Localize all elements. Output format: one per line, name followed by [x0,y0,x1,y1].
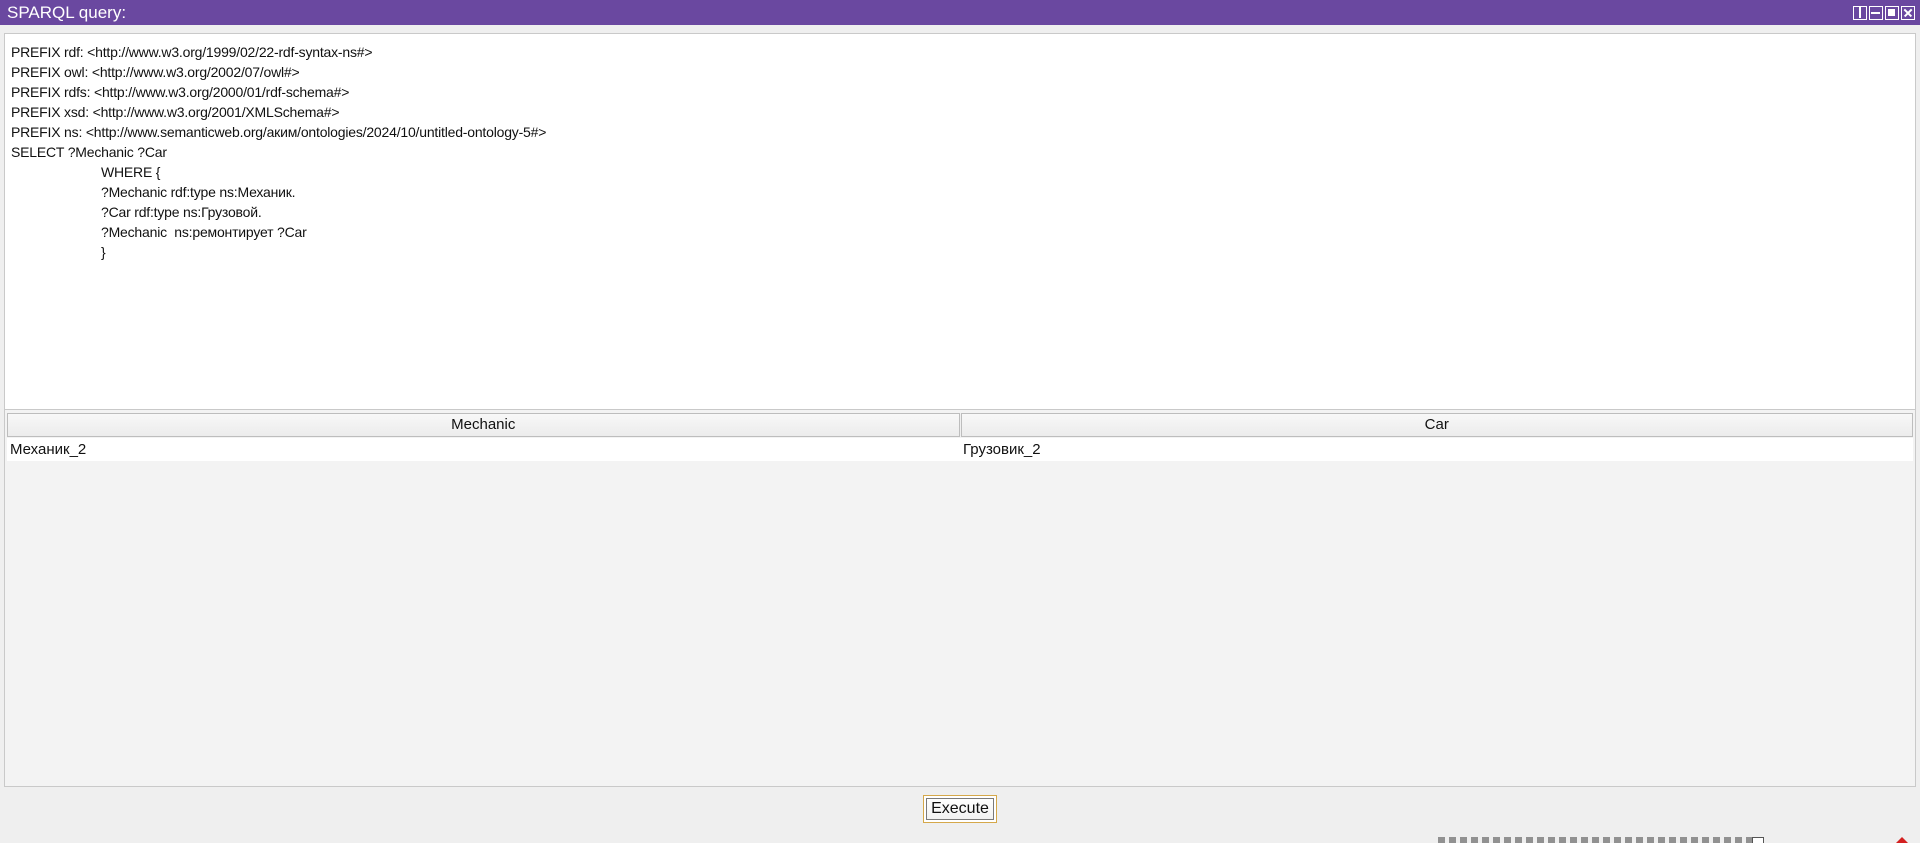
query-line: PREFIX rdf: <http://www.w3.org/1999/02/2… [11,44,373,60]
query-line: PREFIX xsd: <http://www.w3.org/2001/XMLS… [11,104,340,120]
window-controls [1853,6,1915,20]
table-header: Mechanic Car [7,413,1913,437]
sparql-query-editor[interactable]: PREFIX rdf: <http://www.w3.org/1999/02/2… [4,33,1916,410]
split-icon[interactable] [1853,6,1867,20]
table-row[interactable]: Механик_2 Грузовик_2 [7,438,1913,461]
close-icon[interactable] [1901,6,1915,20]
checkbox-icon[interactable] [1752,837,1764,843]
minimize-icon[interactable] [1869,6,1883,20]
query-line: WHERE { [101,164,161,180]
table-cell[interactable]: Грузовик_2 [960,438,1913,461]
window-title: SPARQL query: [7,3,127,22]
cut-off-status-text [1438,837,1768,843]
warning-icon [1896,837,1908,843]
column-header-mechanic[interactable]: Mechanic [7,413,960,437]
table-cell[interactable]: Механик_2 [7,438,960,461]
results-table: Mechanic Car Механик_2 Грузовик_2 [4,410,1916,787]
query-line: ?Car rdf:type ns:Грузовой. [101,204,262,220]
query-line: ?Mechanic ns:ремонтирует ?Car [101,224,307,240]
execute-button-label: Execute [926,798,994,820]
query-line: PREFIX owl: <http://www.w3.org/2002/07/o… [11,64,300,80]
query-line: PREFIX rdfs: <http://www.w3.org/2000/01/… [11,84,350,100]
status-strip [1430,837,1920,843]
query-line: PREFIX ns: <http://www.semanticweb.org/а… [11,124,547,140]
query-line: ?Mechanic rdf:type ns:Механик. [101,184,296,200]
execute-button[interactable]: Execute [923,795,997,823]
query-line: } [101,244,106,260]
query-line: SELECT ?Mechanic ?Car [11,144,167,160]
maximize-icon[interactable] [1885,6,1899,20]
column-header-car[interactable]: Car [960,413,1913,437]
window-titlebar: SPARQL query: [0,0,1920,25]
